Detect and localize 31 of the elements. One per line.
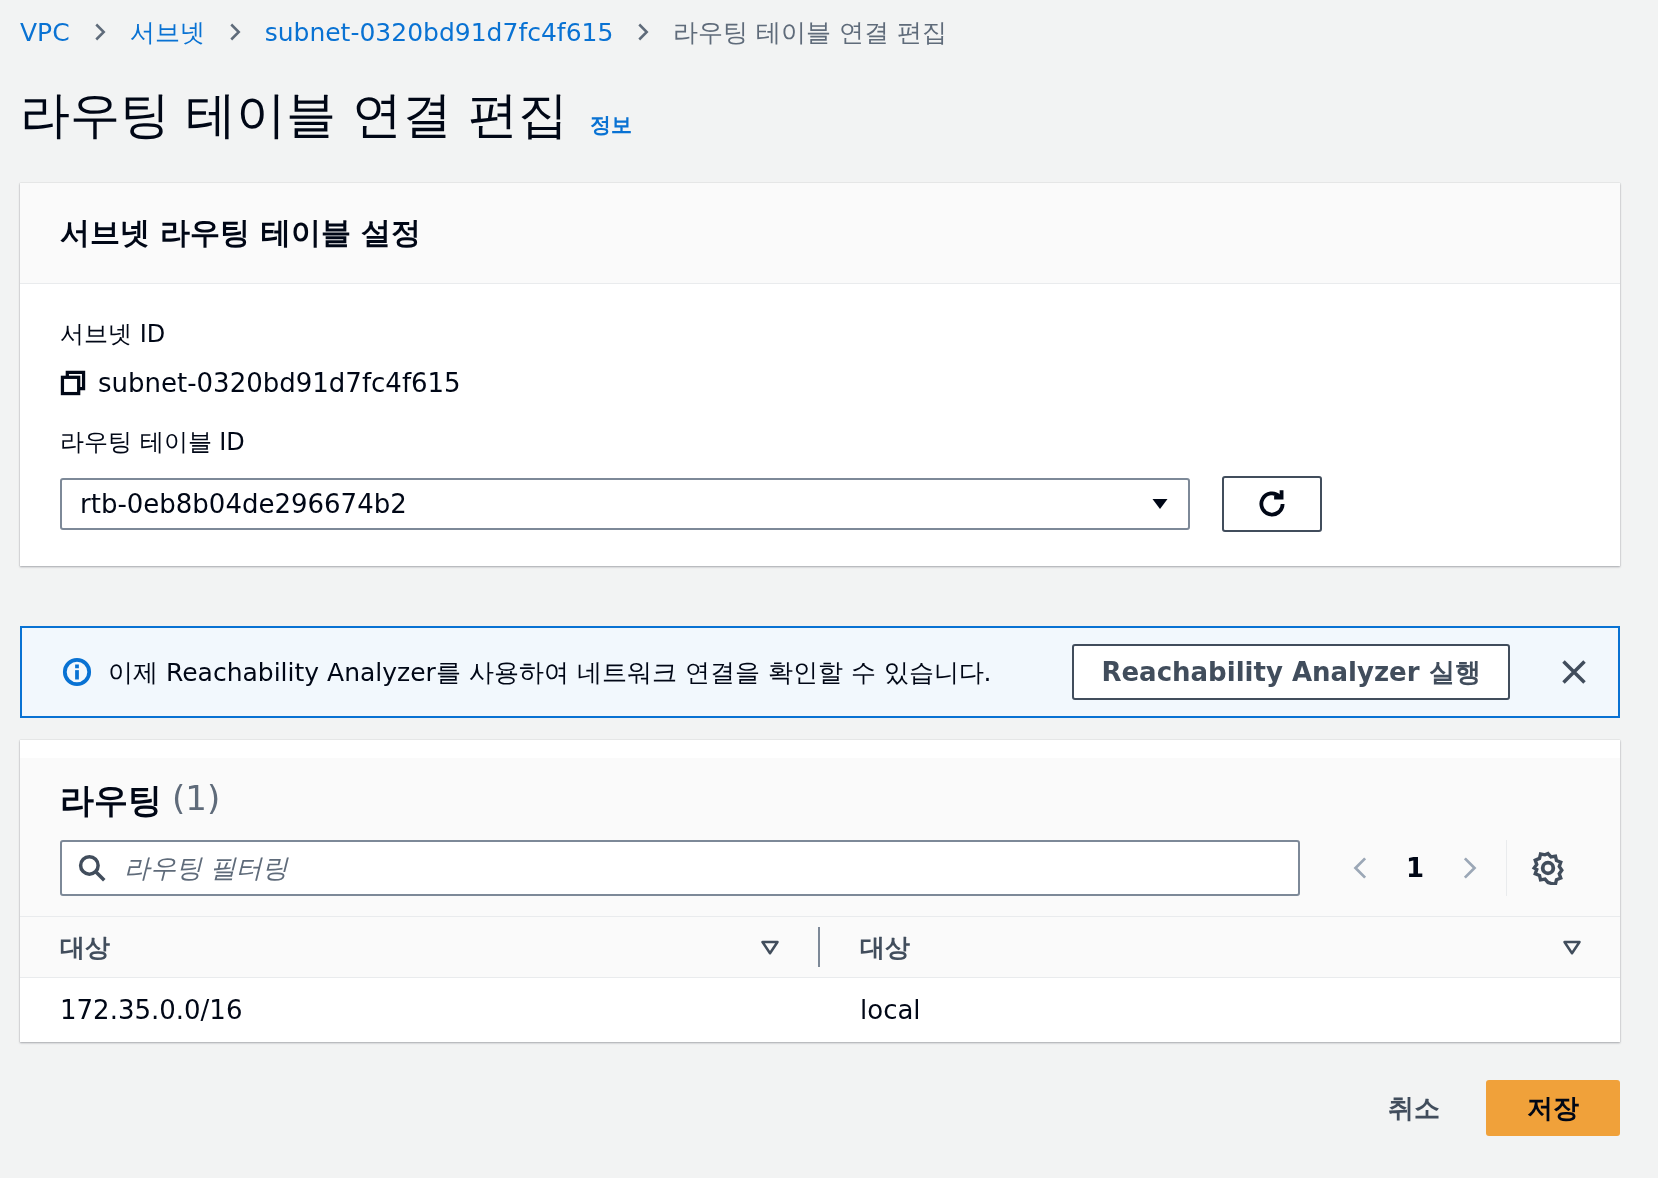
route-table-dropdown[interactable]: rtb-0eb8b04de296674b2 bbox=[60, 478, 1190, 530]
breadcrumb-current: 라우팅 테이블 연결 편집 bbox=[673, 16, 948, 49]
section-title: 라우팅 bbox=[60, 779, 162, 822]
close-button[interactable] bbox=[1560, 658, 1588, 686]
page-title: 라우팅 테이블 연결 편집 bbox=[20, 85, 568, 146]
info-link[interactable]: 정보 bbox=[589, 111, 632, 139]
page-number-button[interactable]: 1 bbox=[1402, 853, 1429, 883]
breadcrumb-link[interactable]: subnet-0320bd91d7fc4f615 bbox=[264, 17, 614, 47]
field-label: 서브넷 ID bbox=[60, 319, 167, 350]
save-button[interactable]: 저장 bbox=[1486, 1080, 1620, 1136]
settings-icon bbox=[1531, 851, 1566, 885]
close-icon bbox=[1560, 658, 1588, 686]
column-header[interactable]: 대상 bbox=[820, 917, 1620, 977]
route-count: (1) bbox=[172, 778, 221, 820]
table-cell-text: local bbox=[859, 994, 922, 1027]
table-cell-text: 172.35.0.0/16 bbox=[59, 994, 244, 1027]
copy-icon bbox=[60, 370, 86, 396]
filter-field[interactable]: 라우팅 필터링 bbox=[60, 840, 1300, 896]
search-icon bbox=[78, 854, 106, 882]
field-label: 라우팅 테이블 ID bbox=[60, 427, 246, 458]
column-header[interactable]: 대상 bbox=[20, 927, 820, 967]
breadcrumb-link[interactable]: VPC bbox=[20, 17, 70, 47]
subnet-id-value: subnet-0320bd91d7fc4f615 bbox=[98, 368, 461, 398]
refresh-button[interactable] bbox=[1222, 476, 1322, 532]
alert-message: 이제 Reachability Analyzer를 사용하여 네트워크 연결을 확인할 수 있습니다. bbox=[108, 656, 993, 689]
info-icon bbox=[62, 657, 92, 687]
reachability-analyzer-button[interactable]: Reachability Analyzer 실행 bbox=[1072, 644, 1510, 700]
breadcrumb-link[interactable]: 서브넷 bbox=[129, 15, 205, 49]
cancel-button[interactable]: 취소 bbox=[1382, 1089, 1446, 1127]
settings-button[interactable] bbox=[1531, 851, 1566, 885]
section-title: 서브넷 라우팅 테이블 설정 bbox=[60, 213, 422, 252]
